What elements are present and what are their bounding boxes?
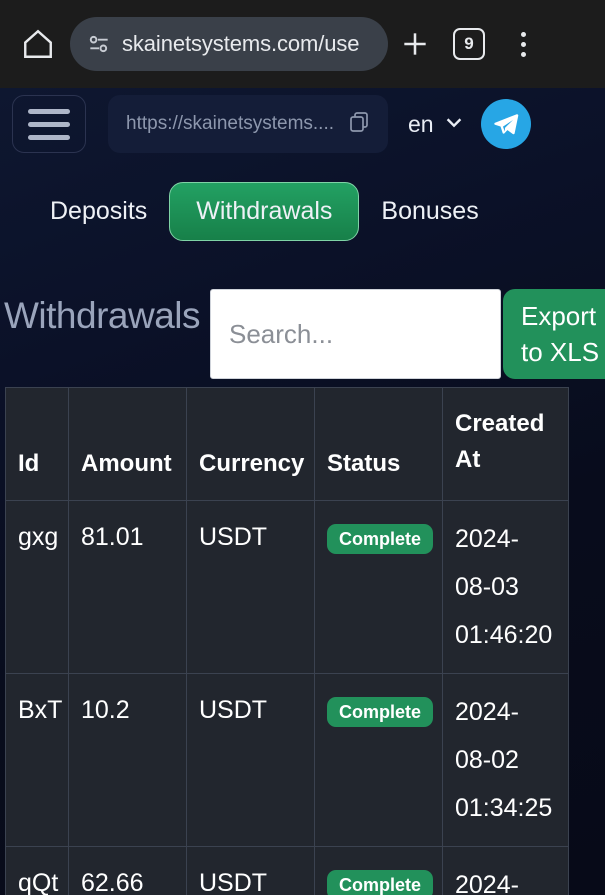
browser-url-bar[interactable]: skainetsystems.com/use [70, 17, 388, 71]
language-selector[interactable]: en [408, 111, 465, 138]
app-header: https://skainetsystems.... en [0, 88, 605, 160]
tab-deposits[interactable]: Deposits [28, 187, 169, 236]
column-header-created-at[interactable]: Created At [442, 387, 569, 501]
cell-status: Complete [314, 500, 443, 674]
status-badge: Complete [327, 524, 434, 554]
cell-id: qQt [5, 846, 69, 895]
cell-created-at: 2024- 08-02 01:34:25 [442, 673, 569, 847]
cell-amount: 81.01 [68, 500, 187, 674]
cell-created-at: 2024- 08-03 01:46:20 [442, 500, 569, 674]
browser-url-text: skainetsystems.com/use [122, 31, 360, 56]
column-header-status[interactable]: Status [314, 387, 443, 501]
cell-amount: 10.2 [68, 673, 187, 847]
withdrawals-table-scroll[interactable]: Id Amount Currency Status Created At gxg… [0, 387, 605, 895]
column-header-currency[interactable]: Currency [186, 387, 315, 501]
cell-created-at: 2024- 08-02 01:33:54 [442, 846, 569, 895]
cell-currency: USDT [186, 500, 315, 674]
status-badge: Complete [327, 697, 434, 727]
table-row[interactable]: qQt 62.66 USDT Complete 2024- 08-02 01:3… [5, 846, 569, 895]
browser-toolbar: skainetsystems.com/use 9 [0, 0, 605, 88]
app-page: https://skainetsystems.... en Deposits W… [0, 88, 605, 895]
tab-switcher-button[interactable]: 9 [442, 17, 496, 71]
language-label: en [408, 110, 434, 137]
cell-currency: USDT [186, 846, 315, 895]
tab-bonuses[interactable]: Bonuses [359, 187, 500, 236]
home-icon[interactable] [12, 18, 64, 70]
site-url-field[interactable]: https://skainetsystems.... [108, 95, 388, 153]
cell-id: BxT [5, 673, 69, 847]
search-placeholder: Search... [229, 318, 334, 349]
new-tab-button[interactable] [388, 17, 442, 71]
section-tabs: Deposits Withdrawals Bonuses [0, 182, 605, 241]
cell-status: Complete [314, 846, 443, 895]
tab-count-label: 9 [453, 28, 485, 60]
page-title: Withdrawals [4, 295, 201, 336]
column-header-id[interactable]: Id [5, 387, 69, 501]
hamburger-menu-icon[interactable] [12, 95, 86, 153]
table-header-row: Id Amount Currency Status Created At [5, 387, 569, 501]
permission-info-icon[interactable] [86, 31, 112, 57]
cell-status: Complete [314, 673, 443, 847]
cell-currency: USDT [186, 673, 315, 847]
telegram-icon[interactable] [480, 99, 531, 149]
site-url-text: https://skainetsystems.... [126, 113, 335, 134]
chevron-down-icon [443, 111, 465, 138]
copy-icon[interactable] [348, 110, 372, 139]
search-input[interactable]: Search... [210, 289, 501, 379]
withdrawals-table: Id Amount Currency Status Created At gxg… [5, 387, 569, 895]
overflow-menu-icon[interactable] [496, 17, 550, 71]
table-row[interactable]: BxT 10.2 USDT Complete 2024- 08-02 01:34… [5, 673, 569, 847]
status-badge: Complete [327, 870, 434, 895]
table-row[interactable]: gxg 81.01 USDT Complete 2024- 08-03 01:4… [5, 500, 569, 674]
page-toolbar: Withdrawals Search... Export to XLS [0, 277, 605, 379]
cell-id: gxg [5, 500, 69, 674]
tab-withdrawals[interactable]: Withdrawals [169, 182, 360, 241]
cell-amount: 62.66 [68, 846, 187, 895]
column-header-amount[interactable]: Amount [68, 387, 187, 501]
export-to-xls-button[interactable]: Export to XLS [503, 289, 605, 379]
